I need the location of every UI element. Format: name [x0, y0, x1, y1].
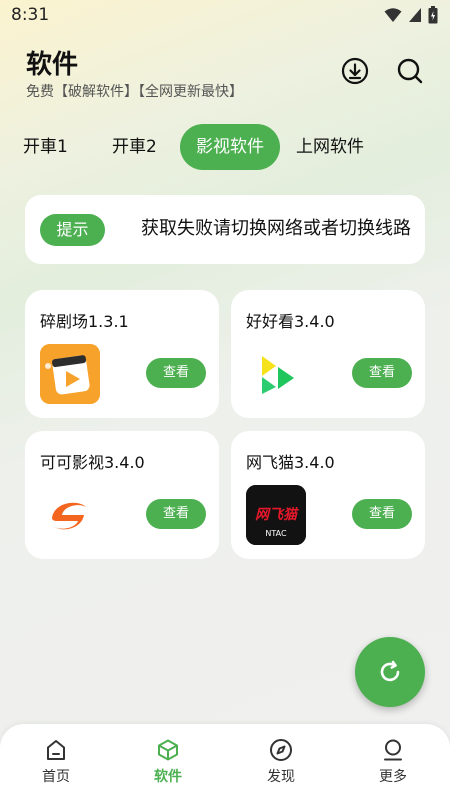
app-name: 可可影视3.4.0 — [40, 453, 145, 472]
app-name: 碎剧场1.3.1 — [40, 312, 129, 331]
page-title: 软件 — [26, 50, 79, 80]
signal-icon — [409, 8, 421, 22]
cube-icon — [158, 739, 178, 761]
tab-video-software[interactable]: 影视软件 — [180, 124, 280, 170]
view-button[interactable]: 查看 — [146, 358, 206, 388]
nav-item-home[interactable]: 首页 — [16, 738, 96, 790]
notice-banner: 提示 获取失败请切换网络或者切换线路 — [25, 195, 425, 264]
tab-kaiche-1[interactable]: 开車1 — [23, 124, 68, 170]
home-icon — [47, 740, 65, 760]
app-name: 网飞猫3.4.0 — [246, 453, 335, 472]
nav-item-software[interactable]: 软件 — [128, 738, 208, 790]
person-icon — [384, 739, 402, 761]
status-bar: 8:31 — [0, 0, 450, 32]
app-card[interactable]: 网飞猫3.4.0 网飞猫 NTAC 查看 — [231, 431, 425, 559]
download-icon — [341, 57, 369, 85]
play-film-icon — [40, 344, 100, 404]
svg-text:NTAC: NTAC — [265, 529, 287, 538]
notice-marquee: 获取失败请切换网络或者切换线路 — [119, 195, 425, 264]
nav-item-discover[interactable]: 发现 — [241, 738, 321, 790]
svg-text:网飞猫: 网飞猫 — [255, 506, 300, 523]
notice-badge: 提示 — [40, 214, 105, 246]
refresh-icon — [380, 660, 400, 682]
app-card[interactable]: 碎剧场1.3.1 查看 — [25, 290, 219, 418]
nav-label: 更多 — [379, 769, 407, 785]
view-button[interactable]: 查看 — [352, 499, 412, 529]
search-icon — [397, 58, 423, 84]
status-time: 8:31 — [11, 5, 50, 25]
tab-kaiche-2[interactable]: 开車2 — [112, 124, 157, 170]
bottom-nav: 首页 软件 发现 更多 — [0, 724, 450, 800]
notice-text: 获取失败请切换网络或者切换线路 — [141, 218, 411, 239]
netflix-cat-logo: 网飞猫 NTAC — [246, 485, 306, 545]
view-button[interactable]: 查看 — [146, 499, 206, 529]
download-button[interactable] — [340, 56, 370, 86]
refresh-button[interactable] — [355, 637, 425, 707]
nav-item-more[interactable]: 更多 — [353, 738, 433, 790]
app-name: 好好看3.4.0 — [246, 312, 335, 331]
app-card[interactable]: 可可影视3.4.0 查看 — [25, 431, 219, 559]
page-subtitle: 免费【破解软件】【全网更新最快】 — [26, 84, 243, 100]
compass-icon — [270, 739, 292, 761]
swirl-logo-icon — [40, 485, 100, 545]
status-icons — [384, 6, 438, 24]
nav-label: 首页 — [42, 769, 70, 785]
wifi-icon — [384, 8, 402, 22]
app-card[interactable]: 好好看3.4.0 查看 — [231, 290, 425, 418]
battery-icon — [428, 6, 438, 24]
nav-label: 软件 — [154, 769, 182, 785]
play-triangle-icon — [246, 344, 306, 404]
view-button[interactable]: 查看 — [352, 358, 412, 388]
nav-label: 发现 — [267, 769, 295, 785]
search-button[interactable] — [395, 56, 425, 86]
tab-internet-software[interactable]: 上网软件 — [296, 124, 364, 170]
category-tabs: 开車1 开車2 影视软件 上网软件 — [0, 124, 450, 170]
